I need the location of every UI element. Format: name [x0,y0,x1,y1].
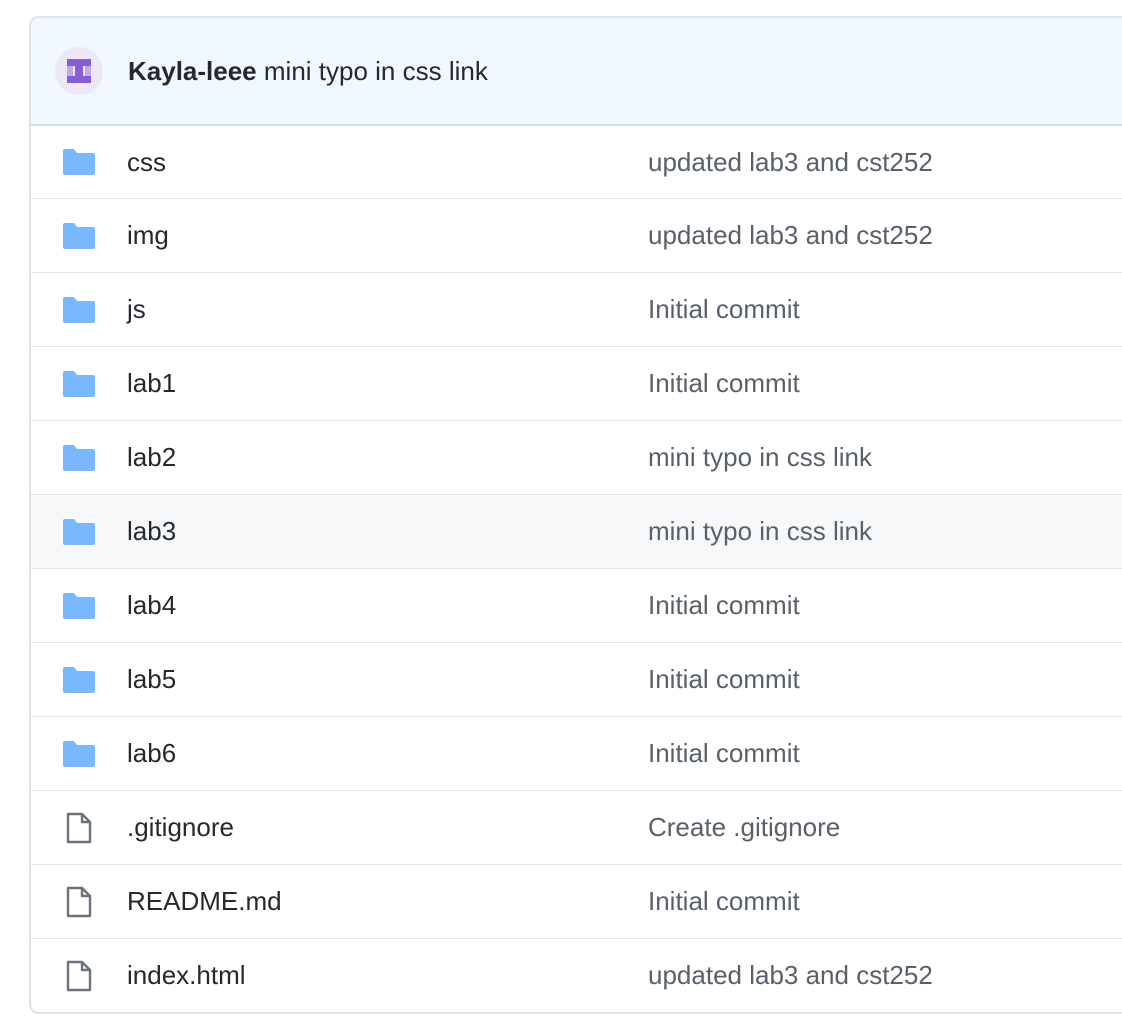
file-browser: Kayla-leee mini typo in css link css upda… [29,16,1122,1014]
folder-row-lab3[interactable]: lab3 mini typo in css link [31,494,1122,568]
file-name-link[interactable]: README.md [127,886,282,917]
folder-row-lab4[interactable]: lab4 Initial commit [31,568,1122,642]
commit-message-link[interactable]: Initial commit [648,590,800,621]
file-name-link[interactable]: css [127,147,166,178]
folder-row-lab5[interactable]: lab5 Initial commit [31,642,1122,716]
file-name-link[interactable]: .gitignore [127,812,234,843]
commit-message-link[interactable]: updated lab3 and cst252 [648,147,933,178]
folder-icon [62,444,96,472]
folder-icon [62,740,96,768]
folder-row-lab1[interactable]: lab1 Initial commit [31,346,1122,420]
file-row-gitignore[interactable]: .gitignore Create .gitignore [31,790,1122,864]
commit-message-link[interactable]: updated lab3 and cst252 [648,960,933,991]
file-name-link[interactable]: lab2 [127,442,176,473]
folder-row-css[interactable]: css updated lab3 and cst252 [31,126,1122,198]
file-icon [62,812,96,844]
folder-icon [62,222,96,250]
folder-row-img[interactable]: img updated lab3 and cst252 [31,198,1122,272]
folder-icon [62,518,96,546]
file-row-readme-md[interactable]: README.md Initial commit [31,864,1122,938]
file-name-link[interactable]: lab4 [127,590,176,621]
folder-icon [62,148,96,176]
commit-message-link[interactable]: Initial commit [648,294,800,325]
file-icon [62,886,96,918]
file-row-index-html[interactable]: index.html updated lab3 and cst252 [31,938,1122,1012]
folder-icon [62,592,96,620]
commit-message-link[interactable]: mini typo in css link [264,56,488,86]
latest-commit-bar: Kayla-leee mini typo in css link [31,18,1122,126]
commit-message-link[interactable]: Initial commit [648,664,800,695]
commit-message-link[interactable]: Initial commit [648,368,800,399]
file-list: css updated lab3 and cst252 img updated lab… [31,126,1122,1012]
file-name-link[interactable]: img [127,220,169,251]
commit-message-link[interactable]: mini typo in css link [648,442,872,473]
commit-message-link[interactable]: mini typo in css link [648,516,872,547]
file-name-link[interactable]: index.html [127,960,246,991]
commit-message-link[interactable]: updated lab3 and cst252 [648,220,933,251]
folder-row-lab6[interactable]: lab6 Initial commit [31,716,1122,790]
file-name-link[interactable]: lab1 [127,368,176,399]
folder-row-lab2[interactable]: lab2 mini typo in css link [31,420,1122,494]
folder-icon [62,370,96,398]
latest-commit-text: Kayla-leee mini typo in css link [128,56,488,87]
commit-message-link[interactable]: Create .gitignore [648,812,840,843]
folder-icon [62,666,96,694]
folder-row-js[interactable]: js Initial commit [31,272,1122,346]
folder-icon [62,296,96,324]
commit-message-link[interactable]: Initial commit [648,738,800,769]
author-avatar[interactable] [55,47,103,95]
file-name-link[interactable]: lab5 [127,664,176,695]
commit-author-link[interactable]: Kayla-leee [128,56,257,86]
identicon-icon [67,59,91,83]
file-name-link[interactable]: lab3 [127,516,176,547]
file-icon [62,960,96,992]
file-name-link[interactable]: js [127,294,146,325]
file-name-link[interactable]: lab6 [127,738,176,769]
commit-message-link[interactable]: Initial commit [648,886,800,917]
